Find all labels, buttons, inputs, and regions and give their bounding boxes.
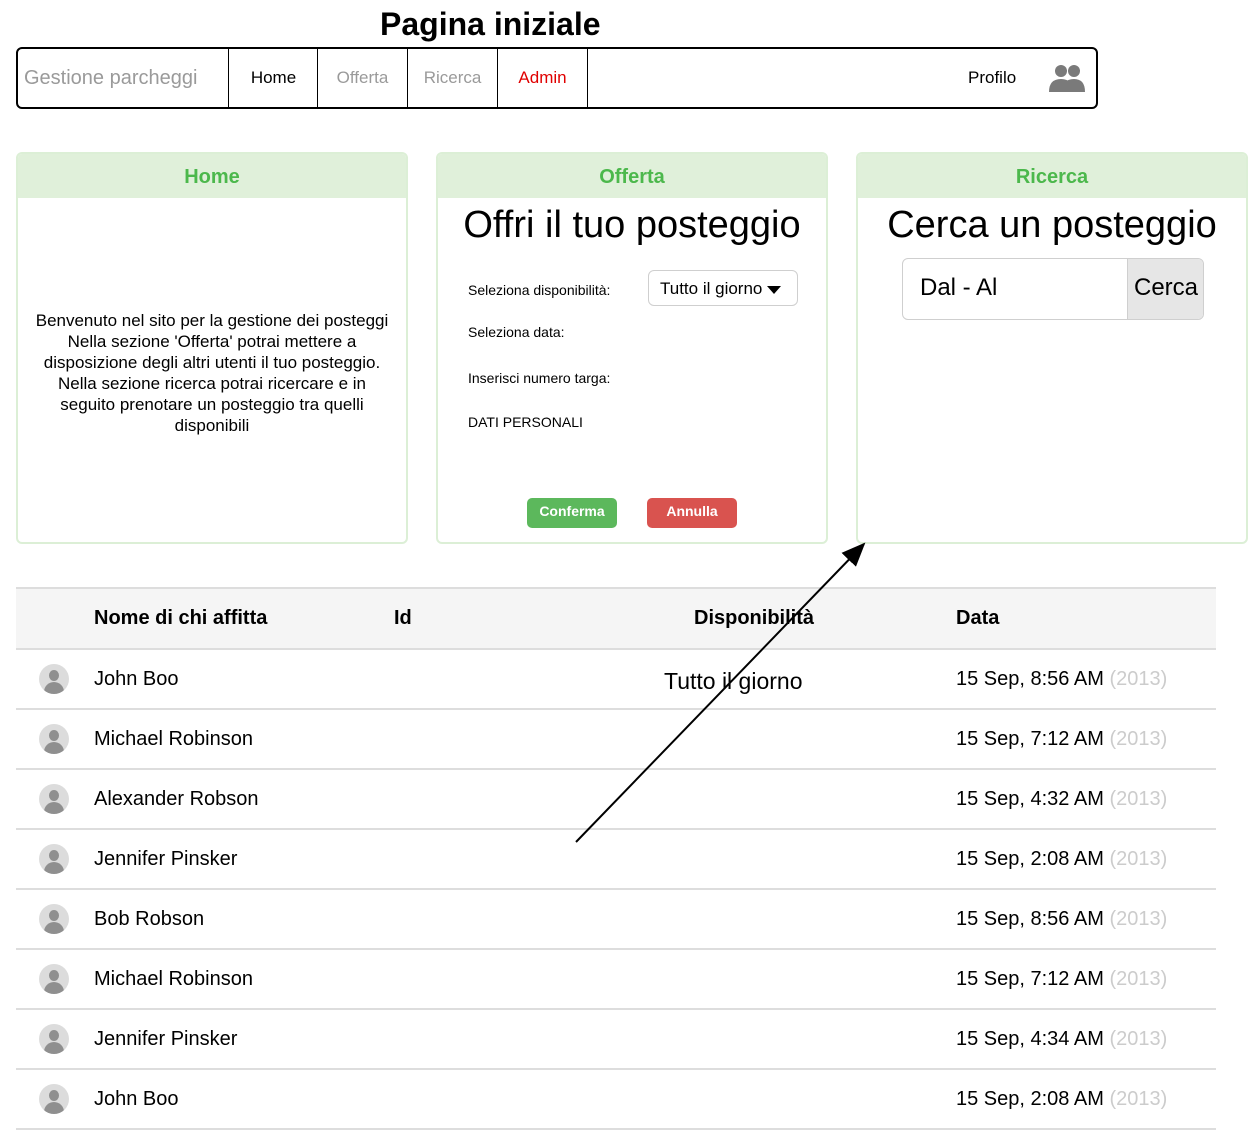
search-button[interactable]: Cerca (1127, 259, 1203, 319)
user-avatar-icon (39, 784, 69, 814)
home-panel: Home Benvenuto nel sito per la gestione … (16, 152, 408, 544)
year-value: (2013) (1109, 788, 1168, 810)
brand-label[interactable]: Gestione parcheggi (18, 49, 234, 107)
ricerca-panel: Ricerca Cerca un posteggio Dal - Al Cerc… (856, 152, 1248, 544)
date-value: 15 Sep, 7:12 AM (956, 968, 1104, 990)
renter-name: Alexander Robson (94, 788, 259, 810)
renter-name: Jennifer Pinsker (94, 848, 238, 870)
personal-data-label: DATI PERSONALI (468, 414, 583, 430)
welcome-text: Benvenuto nel sito per la gestione dei p… (22, 310, 402, 436)
users-icon[interactable] (1048, 63, 1086, 93)
availability-select-value: Tutto il giorno (660, 279, 763, 298)
table-row[interactable]: John Boo 15 Sep, 2:08 AM (2013) (16, 1070, 1216, 1130)
confirm-button[interactable]: Conferma (527, 498, 617, 528)
date-cell: 15 Sep, 8:56 AM (2013) (956, 890, 1167, 948)
date-value: 15 Sep, 4:32 AM (956, 788, 1104, 810)
column-header-availability: Disponibilità (694, 607, 814, 629)
welcome-line: disponibili (174, 416, 250, 435)
offerta-panel: Offerta Offri il tuo posteggio Seleziona… (436, 152, 828, 544)
date-value: 15 Sep, 8:56 AM (956, 668, 1104, 690)
nav-home[interactable]: Home (228, 49, 318, 107)
profile-link[interactable]: Profilo (968, 49, 1016, 107)
date-range-search: Dal - Al Cerca (902, 258, 1204, 320)
ricerca-panel-header: Ricerca (858, 154, 1246, 198)
renter-name: John Boo (94, 668, 179, 690)
table-row[interactable]: John Boo Tutto il giorno 15 Sep, 8:56 AM (… (16, 650, 1216, 710)
table-row[interactable]: Jennifer Pinsker 15 Sep, 2:08 AM (2013) (16, 830, 1216, 890)
renter-name: John Boo (94, 1088, 179, 1110)
table-row[interactable]: Michael Robinson 15 Sep, 7:12 AM (2013) (16, 950, 1216, 1010)
date-value: 15 Sep, 4:34 AM (956, 1028, 1104, 1050)
page-title: Pagina iniziale (380, 6, 601, 42)
year-value: (2013) (1109, 908, 1168, 930)
plate-label: Inserisci numero targa: (468, 370, 611, 386)
availability-select[interactable]: Tutto il giorno (648, 270, 798, 306)
availability-label: Seleziona disponibilità: (468, 282, 611, 298)
table-row[interactable]: Bob Robson 15 Sep, 8:56 AM (2013) (16, 890, 1216, 950)
ricerca-title: Cerca un posteggio (887, 204, 1217, 246)
renter-name: Jennifer Pinsker (94, 1028, 238, 1050)
nav-offerta[interactable]: Offerta (317, 49, 407, 107)
table-row[interactable]: Michael Robinson 15 Sep, 7:12 AM (2013) (16, 710, 1216, 770)
table-row[interactable]: Alexander Robson 15 Sep, 4:32 AM (2013) (16, 770, 1216, 830)
home-panel-header: Home (18, 154, 406, 198)
user-avatar-icon (39, 1084, 69, 1114)
column-header-date: Data (956, 607, 1000, 629)
availability-cell: Tutto il giorno (664, 668, 803, 694)
user-avatar-icon (39, 724, 69, 754)
user-avatar-icon (39, 844, 69, 874)
year-value: (2013) (1109, 848, 1168, 870)
column-header-id: Id (394, 607, 412, 629)
date-value: 15 Sep, 7:12 AM (956, 728, 1104, 750)
date-cell: 15 Sep, 2:08 AM (2013) (956, 1070, 1167, 1128)
renter-name: Bob Robson (94, 908, 205, 930)
offerta-title: Offri il tuo posteggio (463, 204, 801, 246)
date-cell: 15 Sep, 7:12 AM (2013) (956, 950, 1167, 1008)
table-row[interactable]: Jennifer Pinsker 15 Sep, 4:34 AM (2013) (16, 1010, 1216, 1070)
date-cell: 15 Sep, 2:08 AM (2013) (956, 830, 1167, 888)
user-avatar-icon (39, 664, 69, 694)
nav-admin[interactable]: Admin (497, 49, 588, 107)
user-avatar-icon (39, 964, 69, 994)
renter-name: Michael Robinson (94, 728, 253, 750)
renter-name: Michael Robinson (94, 968, 253, 990)
year-value: (2013) (1109, 668, 1168, 690)
nav-ricerca[interactable]: Ricerca (407, 49, 497, 107)
date-cell: 15 Sep, 4:34 AM (2013) (956, 1010, 1167, 1068)
table-header: Nome di chi affitta Id Disponibilità Dat… (16, 587, 1216, 650)
welcome-line: Nella sezione ricerca potrai ricercare e… (57, 374, 367, 393)
caret-down-icon (767, 286, 781, 294)
welcome-line: Benvenuto nel sito per la gestione dei p… (35, 311, 389, 330)
top-navbar: Gestione parcheggi Home Offerta Ricerca … (16, 47, 1098, 109)
date-value: 15 Sep, 8:56 AM (956, 908, 1104, 930)
date-label: Seleziona data: (468, 324, 565, 340)
year-value: (2013) (1109, 1088, 1168, 1110)
welcome-line: disposizione degli altri utenti il tuo p… (43, 353, 381, 372)
year-value: (2013) (1109, 728, 1168, 750)
user-avatar-icon (39, 1024, 69, 1054)
rentals-table: Nome di chi affitta Id Disponibilità Dat… (16, 587, 1216, 1130)
cancel-button[interactable]: Annulla (647, 498, 737, 528)
date-cell: 15 Sep, 7:12 AM (2013) (956, 710, 1167, 768)
date-value: 15 Sep, 2:08 AM (956, 848, 1104, 870)
user-avatar-icon (39, 904, 69, 934)
date-value: 15 Sep, 2:08 AM (956, 1088, 1104, 1110)
year-value: (2013) (1109, 1028, 1168, 1050)
offerta-panel-header: Offerta (438, 154, 826, 198)
date-cell: 15 Sep, 4:32 AM (2013) (956, 770, 1167, 828)
column-header-name: Nome di chi affitta (94, 607, 268, 629)
year-value: (2013) (1109, 968, 1168, 990)
welcome-line: seguito prenotare un posteggio tra quell… (60, 395, 364, 414)
date-range-input[interactable]: Dal - Al (903, 259, 1127, 319)
date-cell: 15 Sep, 8:56 AM (2013) (956, 650, 1167, 708)
welcome-line: Nella sezione 'Offerta' potrai mettere a (67, 332, 357, 351)
